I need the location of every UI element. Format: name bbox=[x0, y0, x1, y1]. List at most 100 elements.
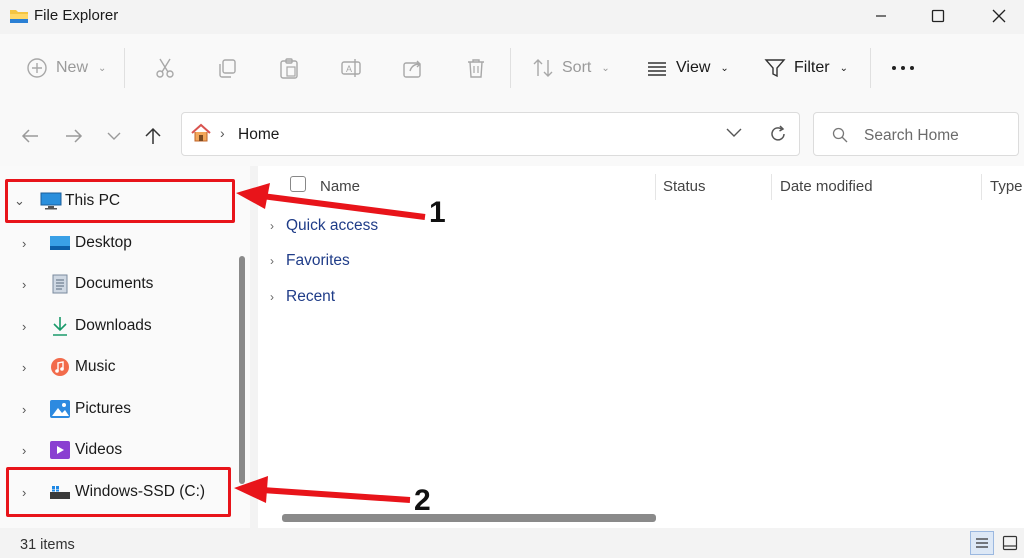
sort-button[interactable]: Sort ⌄ bbox=[532, 34, 610, 102]
group-label: Favorites bbox=[286, 252, 350, 269]
tiles-view-button[interactable] bbox=[998, 531, 1022, 555]
arrow-right-icon bbox=[66, 129, 83, 143]
column-header-name[interactable]: Name bbox=[320, 166, 360, 206]
paste-icon bbox=[280, 58, 298, 79]
plus-circle-icon bbox=[27, 58, 47, 78]
nav-label: Desktop bbox=[75, 234, 132, 251]
breadcrumb-home[interactable]: Home bbox=[238, 126, 279, 144]
nav-item-downloads[interactable]: › Downloads bbox=[0, 306, 234, 346]
chevron-down-icon: ⌄ bbox=[98, 62, 107, 74]
window-title: File Explorer bbox=[34, 7, 119, 24]
nav-item-pictures[interactable]: › Pictures bbox=[0, 389, 234, 429]
details-view-icon bbox=[976, 538, 988, 548]
chevron-right-icon: › bbox=[270, 290, 274, 304]
nav-label: Music bbox=[75, 358, 116, 375]
new-button[interactable]: New ⌄ bbox=[26, 34, 106, 102]
recent-locations-button[interactable] bbox=[100, 122, 128, 150]
cut-button[interactable] bbox=[154, 34, 176, 102]
chevron-right-icon[interactable]: › bbox=[22, 360, 26, 375]
rename-button[interactable]: A bbox=[340, 34, 362, 102]
maximize-button[interactable] bbox=[915, 0, 961, 32]
nav-item-desktop[interactable]: › Desktop bbox=[0, 223, 234, 263]
pictures-icon bbox=[50, 400, 70, 418]
more-options-button[interactable] bbox=[890, 34, 916, 102]
nav-item-music[interactable]: › Music bbox=[0, 347, 234, 387]
chevron-right-icon: › bbox=[270, 219, 274, 233]
breadcrumb-separator: › bbox=[220, 125, 225, 141]
delete-button[interactable] bbox=[465, 34, 487, 102]
filter-icon bbox=[764, 59, 786, 78]
minimize-button[interactable] bbox=[858, 0, 904, 32]
chevron-down-icon: ⌄ bbox=[601, 62, 610, 74]
maximize-icon bbox=[931, 9, 945, 23]
nav-item-documents[interactable]: › Documents bbox=[0, 264, 234, 304]
chevron-right-icon[interactable]: › bbox=[22, 236, 26, 251]
column-divider[interactable] bbox=[655, 174, 656, 200]
group-label: Recent bbox=[286, 288, 336, 305]
nav-item-videos[interactable]: › Videos bbox=[0, 430, 234, 470]
minimize-icon bbox=[876, 15, 886, 17]
documents-icon bbox=[52, 274, 68, 294]
view-label: View bbox=[676, 59, 711, 76]
toolbar-divider bbox=[510, 48, 511, 88]
back-button[interactable] bbox=[16, 122, 44, 150]
sort-label: Sort bbox=[562, 59, 592, 76]
nav-label: Pictures bbox=[75, 400, 131, 417]
music-icon bbox=[51, 358, 69, 376]
desktop-folder-icon bbox=[50, 236, 70, 250]
column-header-type[interactable]: Type bbox=[990, 166, 1023, 206]
file-list: Name Status Date modified Type › Quick a… bbox=[258, 166, 1024, 528]
close-icon bbox=[992, 9, 1006, 23]
up-button[interactable] bbox=[139, 122, 167, 150]
column-divider[interactable] bbox=[981, 174, 982, 200]
arrow-up-icon bbox=[145, 127, 161, 144]
home-icon bbox=[191, 123, 211, 142]
chevron-right-icon[interactable]: › bbox=[22, 443, 26, 458]
details-view-button[interactable] bbox=[970, 531, 994, 555]
view-icon bbox=[648, 62, 666, 76]
share-icon bbox=[403, 60, 421, 78]
column-header-date-modified[interactable]: Date modified bbox=[780, 166, 873, 206]
close-button[interactable] bbox=[976, 0, 1022, 32]
nav-label: Documents bbox=[75, 275, 154, 292]
search-placeholder: Search Home bbox=[864, 127, 959, 144]
group-recent[interactable]: › Recent bbox=[270, 282, 335, 312]
filter-button[interactable]: Filter ⌄ bbox=[764, 34, 848, 102]
search-icon bbox=[832, 127, 848, 143]
select-all-checkbox[interactable] bbox=[290, 176, 306, 192]
refresh-icon[interactable] bbox=[768, 124, 788, 144]
new-label: New bbox=[56, 59, 89, 76]
column-divider[interactable] bbox=[771, 174, 772, 200]
view-button[interactable]: View ⌄ bbox=[646, 34, 729, 102]
item-count: 31 items bbox=[20, 537, 75, 553]
chevron-down-icon[interactable] bbox=[726, 128, 742, 138]
folder-icon bbox=[10, 10, 28, 23]
group-quick-access[interactable]: › Quick access bbox=[270, 211, 378, 241]
paste-button[interactable] bbox=[278, 34, 300, 102]
cut-icon bbox=[156, 58, 174, 78]
tiles-view-icon bbox=[1002, 535, 1018, 551]
chevron-right-icon: › bbox=[270, 254, 274, 268]
forward-button[interactable] bbox=[60, 122, 88, 150]
nav-scrollbar-thumb[interactable] bbox=[239, 256, 245, 484]
svg-text:A: A bbox=[346, 64, 352, 74]
group-label: Quick access bbox=[286, 217, 379, 234]
column-header-status[interactable]: Status bbox=[663, 166, 706, 206]
chevron-right-icon[interactable]: › bbox=[22, 402, 26, 417]
copy-button[interactable] bbox=[216, 34, 238, 102]
chevron-right-icon[interactable]: › bbox=[22, 319, 26, 334]
arrow-left-icon bbox=[21, 129, 38, 143]
horizontal-scrollbar-thumb[interactable] bbox=[282, 514, 656, 522]
nav-label: Downloads bbox=[75, 317, 152, 334]
status-bar bbox=[0, 528, 1024, 558]
chevron-right-icon[interactable]: › bbox=[22, 277, 26, 292]
filter-label: Filter bbox=[794, 59, 830, 76]
annotation-label-1: 1 bbox=[429, 196, 446, 229]
annotation-label-2: 2 bbox=[414, 484, 431, 517]
group-favorites[interactable]: › Favorites bbox=[270, 246, 350, 276]
share-button[interactable] bbox=[402, 34, 424, 102]
chevron-down-icon bbox=[107, 132, 121, 140]
annotation-box-2 bbox=[6, 467, 231, 517]
toolbar-divider bbox=[870, 48, 871, 88]
annotation-box-1 bbox=[5, 179, 235, 223]
